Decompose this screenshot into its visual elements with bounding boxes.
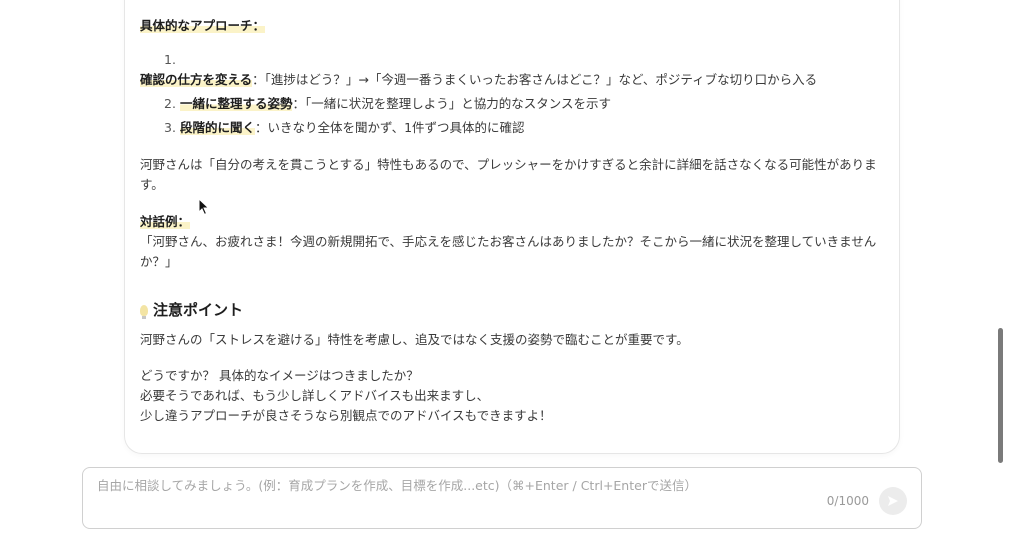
scrollbar-thumb[interactable] bbox=[998, 328, 1003, 463]
character-counter: 0/1000 bbox=[826, 494, 869, 508]
list-item-3: 3. 段階的に聞く：いきなり全体を聞かず、1件ずつ具体的に確認 bbox=[164, 120, 525, 135]
dialog-text: 「河野さん、お疲れさま！今週の新規開拓で、手応えを感じたお客さんはありましたか？… bbox=[140, 234, 877, 269]
approach-list: 1. 確認の仕方を変える：「進捗はどう？」→「今週一番うまくいったお客さんはどこ… bbox=[140, 50, 894, 138]
dialog-heading: 対話例： bbox=[140, 214, 191, 229]
chat-input[interactable] bbox=[97, 478, 897, 493]
lightbulb-icon bbox=[140, 304, 148, 319]
closing-text: どうですか？ 具体的なイメージはつきましたか？ 必要そうであれば、もう少し詳しく… bbox=[140, 368, 552, 423]
list-item-2: 2. 一緒に整理する姿勢：「一緒に状況を整理しよう」と協力的なスタンスを示す bbox=[164, 96, 611, 111]
mouse-cursor-icon bbox=[198, 197, 210, 220]
send-icon bbox=[888, 496, 898, 506]
chat-page: 具体的なアプローチ： 1. 確認の仕方を変える：「進捗はどう？」→「今週一番うま… bbox=[0, 0, 1024, 538]
chat-composer: 0/1000 bbox=[82, 467, 922, 529]
list-item-1: 1. 確認の仕方を変える：「進捗はどう？」→「今週一番うまくいったお客さんはどこ… bbox=[140, 52, 818, 87]
send-button[interactable] bbox=[879, 487, 907, 515]
caution-text: 河野さんの「ストレスを避ける」特性を考慮し、追及ではなく支援の姿勢で臨むことが重… bbox=[140, 332, 689, 347]
approach-heading: 具体的なアプローチ： bbox=[140, 18, 266, 33]
kono-trait-paragraph: 河野さんは「自分の考えを貫こうとする」特性もあるので、プレッシャーをかけすぎると… bbox=[140, 157, 877, 192]
dialog-example: 対話例： 「河野さん、お疲れさま！今週の新規開拓で、手応えを感じたお客さんはあり… bbox=[140, 212, 885, 272]
caution-heading: 注意ポイント bbox=[140, 300, 243, 320]
